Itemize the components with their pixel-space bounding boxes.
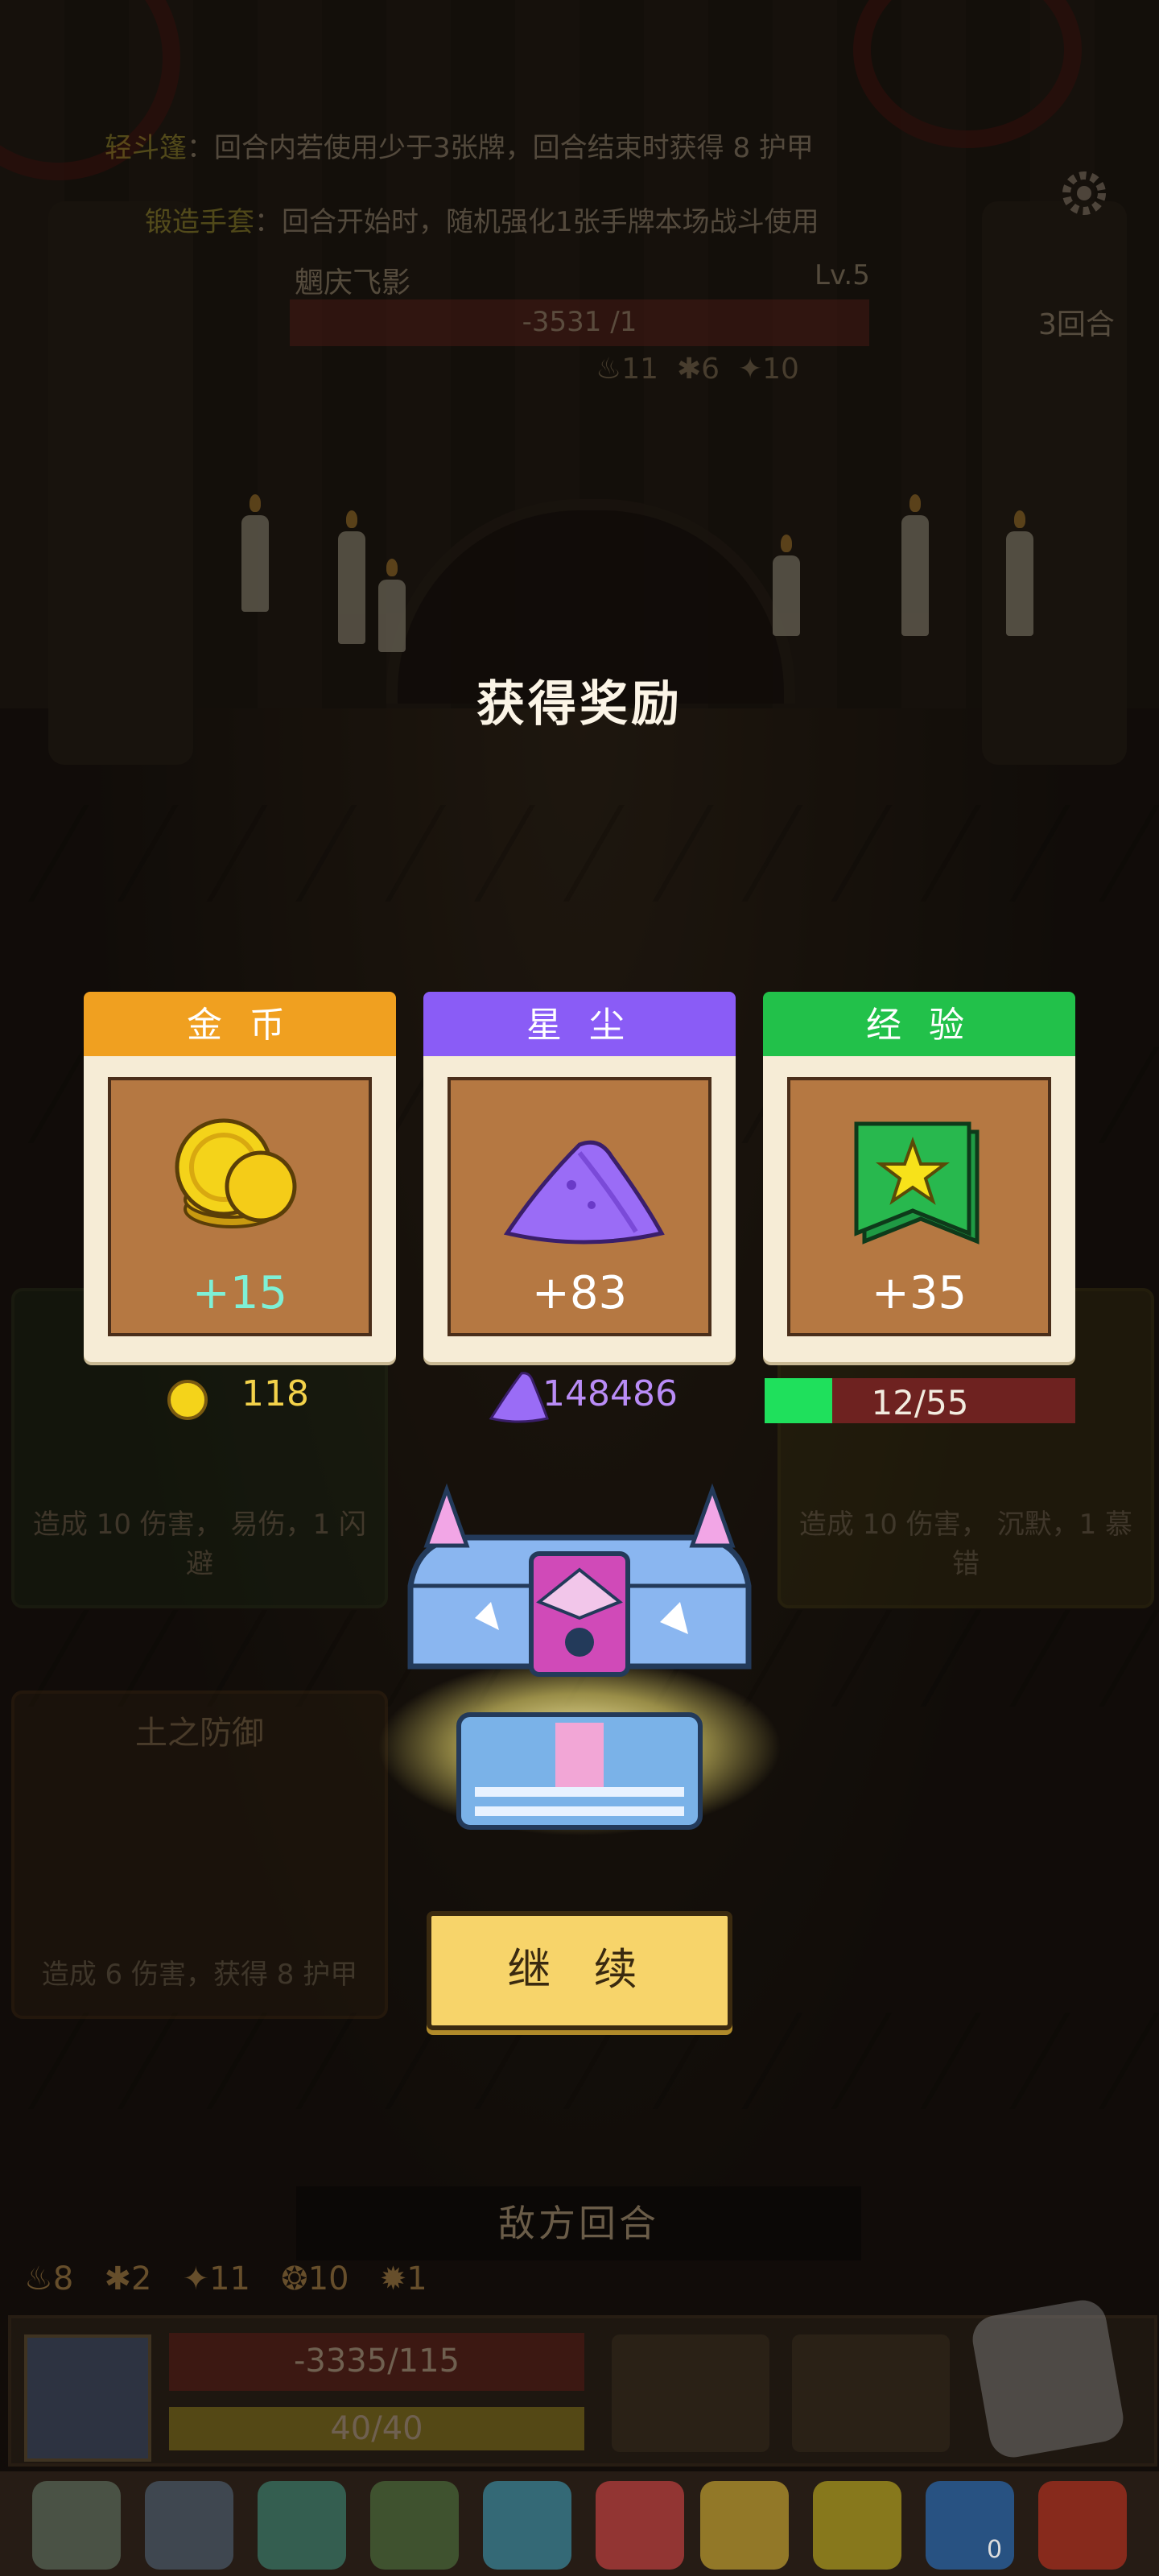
reward-title: 获得奖励 [476, 676, 683, 733]
fire-status-icon: ♨ [24, 2260, 53, 2297]
reward-card-frame: +15 [84, 1056, 396, 1362]
gold-status-icon: ✦ [737, 353, 763, 386]
settings-gear-icon[interactable] [1056, 165, 1112, 221]
cheese-relic-icon[interactable] [700, 2481, 789, 2570]
enemy-hp-bar: -3531 /1 [290, 299, 869, 346]
reward-amount: +35 [871, 1267, 967, 1319]
status-count: 10 [307, 2260, 349, 2297]
armor-label: 护甲 [758, 132, 814, 164]
reward-card-stardust: 星 尘 +83 [423, 992, 736, 1362]
fire-status-icon: ♨ [596, 353, 622, 386]
xp-progress-text: 12/55 [871, 1383, 969, 1422]
reward-card-inner: +35 [787, 1077, 1051, 1336]
reward-card-xp: 经 验 +35 [763, 992, 1075, 1362]
purple-status-icon: ✱ [676, 353, 702, 386]
purple-status-icon: ✱ [104, 2260, 131, 2297]
round-counter: 3回合 [1038, 308, 1115, 341]
red-status-icon: ❂ [281, 2260, 308, 2297]
enemy-status-row: ♨11 ✱6 ✦10 [596, 353, 799, 386]
reward-amount: +83 [531, 1267, 628, 1319]
reward-card-header: 经 验 [763, 992, 1075, 1059]
skill-description: 造成 10 伤害， 易伤，1 闪避 [32, 1509, 367, 1580]
medkit-relic-icon[interactable] [596, 2481, 684, 2570]
player-energy-text: 40/40 [330, 2410, 423, 2447]
purple-status-count: 6 [701, 353, 720, 386]
dice-icon[interactable] [968, 2296, 1128, 2462]
stardust-icon [451, 1113, 708, 1257]
continue-button[interactable]: 继 续 [427, 1911, 732, 2030]
enemy-name: 魍庆飞影 [295, 266, 411, 299]
gold-status-icon: ✦ [182, 2260, 210, 2297]
reward-card-header: 金 币 [84, 992, 396, 1059]
armor-value: 8 [732, 132, 751, 164]
ability-slot[interactable] [612, 2334, 769, 2452]
player-hp-bar: -3335/115 [169, 2333, 584, 2391]
player-avatar [24, 2334, 151, 2462]
gem-relic-icon[interactable] [813, 2481, 901, 2570]
relic-info-cloak: 轻斗篷：回合内若使用少于3张牌，回合结束时获得 8 护甲 [105, 126, 814, 165]
mask-relic-icon[interactable] [258, 2481, 346, 2570]
reward-card-header: 星 尘 [423, 992, 736, 1059]
relic-desc: ：回合开始时，随机强化1张手牌本场战斗使用 [254, 206, 819, 238]
cloak-relic-icon[interactable] [145, 2481, 233, 2570]
orb-relic-badge: 0 [987, 2536, 1003, 2564]
enemy-level: Lv.5 [815, 259, 870, 291]
reward-card-frame: +83 [423, 1056, 736, 1362]
stardust-small-icon [488, 1368, 549, 1428]
player-hp-text: -3335/115 [293, 2343, 460, 2380]
reward-card-inner: +15 [108, 1077, 372, 1336]
ability-slot[interactable] [792, 2334, 950, 2452]
status-count: 1 [406, 2260, 427, 2297]
status-count: 2 [130, 2260, 152, 2297]
relic-name: 轻斗篷 [105, 132, 187, 164]
relic-info-gloves: 锻造手套：回合开始时，随机强化1张手牌本场战斗使用 [145, 200, 819, 239]
xp-banner-icon [790, 1113, 1048, 1257]
gold-total: 118 [241, 1373, 309, 1414]
gold-coins-icon [111, 1113, 369, 1257]
skill-card: 土之防御 造成 6 伤害，获得 8 护甲 [11, 1690, 388, 2019]
reward-amount: +15 [192, 1267, 288, 1319]
skill-title: 土之防御 [135, 1715, 264, 1752]
crystal-relic-icon[interactable] [483, 2481, 571, 2570]
reward-card-gold: 金 币 +15 [84, 992, 396, 1362]
enemy-turn-banner: 敌方回合 [296, 2186, 861, 2260]
coin-icon [167, 1380, 208, 1420]
fire-status-count: 11 [621, 353, 659, 386]
stardust-total: 148486 [542, 1373, 678, 1414]
skill-description: 造成 10 伤害， 沉默，1 慕错 [798, 1509, 1133, 1580]
reward-card-frame: +35 [763, 1056, 1075, 1362]
dragon-relic-icon[interactable] [32, 2481, 121, 2570]
player-energy-bar: 40/40 [169, 2407, 584, 2450]
relic-name: 锻造手套 [145, 206, 254, 238]
enemy-hp-text: -3531 /1 [522, 306, 637, 338]
status-count: 8 [52, 2260, 74, 2297]
skill-description: 造成 6 伤害，获得 8 护甲 [41, 1959, 358, 1991]
player-status-row: ♨8 ✱2 ✦11 ❂10 ✹1 [24, 2260, 427, 2297]
gold-status-count: 10 [762, 353, 799, 386]
xp-progress-bar: 12/55 [765, 1378, 1075, 1423]
relic-desc: ：回合内若使用少于3张牌，回合结束时获得 [187, 132, 724, 164]
blood-status-icon: ✹ [379, 2260, 407, 2297]
status-count: 11 [209, 2260, 251, 2297]
leaf-relic-icon[interactable] [370, 2481, 459, 2570]
fire-relic-icon[interactable] [1038, 2481, 1127, 2570]
treasure-chest-icon [370, 1481, 789, 1852]
reward-card-inner: +83 [448, 1077, 711, 1336]
